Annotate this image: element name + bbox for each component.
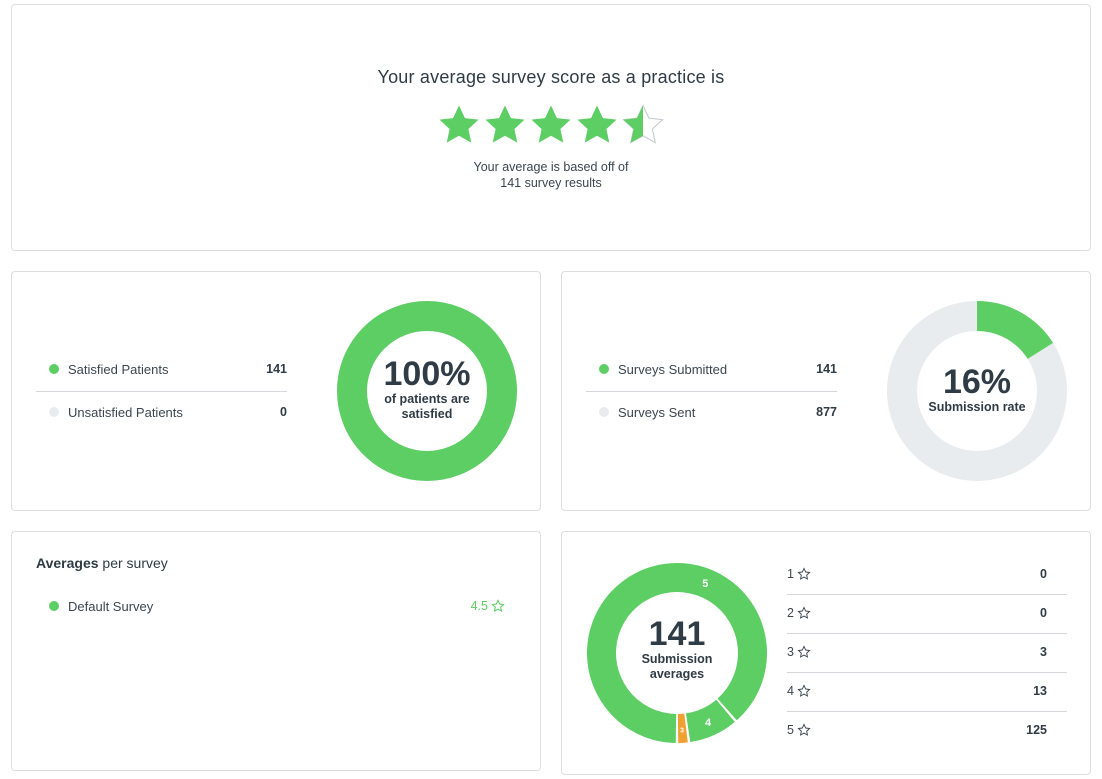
satisfied-dot xyxy=(49,364,59,374)
satisfaction-center: 100% of patients are satisfied xyxy=(336,356,518,422)
rating-count: 125 xyxy=(1026,723,1047,737)
legend-sent: Surveys Sent 877 xyxy=(599,402,837,422)
legend-divider xyxy=(586,391,837,392)
legend-label: Surveys Submitted xyxy=(618,361,728,377)
submission-averages-center: 141 Submission averages xyxy=(586,616,768,682)
satisfaction-caption-2: satisfied xyxy=(401,407,453,421)
survey-score: 4.5 xyxy=(471,599,505,613)
survey-row[interactable]: Default Survey 4.5 xyxy=(49,596,505,616)
survey-name: Default Survey xyxy=(68,598,154,614)
averages-card: Averages per survey Default Survey 4.5 xyxy=(11,531,541,771)
submission-averages-card: 5 4 3 141 Submission averages 1 0 2 0 3 3 … xyxy=(561,531,1091,775)
score-title: Your average survey score as a practice … xyxy=(377,67,725,87)
submission-total: 141 xyxy=(648,615,706,653)
score-subtitle: Your average is based off of 141 survey … xyxy=(12,159,1090,191)
score-sub-line2: 141 survey results xyxy=(500,176,602,190)
averages-title: Averages per survey xyxy=(36,555,168,571)
satisfaction-percent: 100% xyxy=(383,355,471,393)
star-outline-icon xyxy=(797,723,811,736)
sent-dot xyxy=(599,407,609,417)
rating-count: 3 xyxy=(1040,645,1047,659)
satisfaction-card: Satisfied Patients 141 Unsatisfied Patie… xyxy=(11,271,541,511)
segment-4-label: 4 xyxy=(705,717,712,729)
segment-5-label: 5 xyxy=(702,578,708,590)
legend-label: Unsatisfied Patients xyxy=(68,404,183,420)
legend-divider xyxy=(36,391,287,392)
rating-row-4: 4 13 xyxy=(787,672,1067,710)
rating-label: 4 xyxy=(787,684,794,698)
legend-label: Satisfied Patients xyxy=(68,361,169,377)
legend-value: 141 xyxy=(816,362,837,376)
score-sub-line1: Your average is based off of xyxy=(473,160,629,174)
rating-row-1: 1 0 xyxy=(787,555,1067,593)
legend-submitted: Surveys Submitted 141 xyxy=(599,359,837,379)
star-icon xyxy=(439,105,479,143)
submission-caption: Submission rate xyxy=(928,400,1026,414)
star-outline-icon xyxy=(797,645,811,658)
legend-value: 0 xyxy=(280,405,287,419)
half-star-icon xyxy=(622,104,664,144)
star-outline-icon xyxy=(797,606,811,619)
submission-center: 16% Submission rate xyxy=(886,364,1068,415)
legend-satisfied: Satisfied Patients 141 xyxy=(49,359,287,379)
legend-value: 141 xyxy=(266,362,287,376)
submission-card: Surveys Submitted 141 Surveys Sent 877 1… xyxy=(561,271,1091,511)
unsatisfied-dot xyxy=(49,407,59,417)
rating-label: 1 xyxy=(787,567,794,581)
averages-title-rest: per survey xyxy=(98,555,168,571)
rating-row-2: 2 0 xyxy=(787,594,1067,632)
rating-row-3: 3 3 xyxy=(787,633,1067,671)
rating-label: 5 xyxy=(787,723,794,737)
rating-row-5: 5 125 xyxy=(787,711,1067,749)
submitted-dot xyxy=(599,364,609,374)
submission-averages-caption-2: averages xyxy=(649,667,705,681)
rating-label: 3 xyxy=(787,645,794,659)
submission-averages-caption-1: Submission xyxy=(641,652,713,666)
submission-percent: 16% xyxy=(942,363,1012,401)
rating-count: 13 xyxy=(1033,684,1047,698)
star-rating xyxy=(436,102,668,150)
star-icon xyxy=(485,105,525,143)
segment-3-label: 3 xyxy=(680,727,684,734)
averages-title-bold: Averages xyxy=(36,555,99,571)
star-outline-icon xyxy=(797,567,811,580)
average-score-card: Your average survey score as a practice … xyxy=(11,4,1091,251)
satisfaction-caption-1: of patients are xyxy=(384,392,470,406)
rating-count: 0 xyxy=(1040,606,1047,620)
rating-count: 0 xyxy=(1040,567,1047,581)
legend-value: 877 xyxy=(816,405,837,419)
star-icon xyxy=(577,105,617,143)
legend-unsatisfied: Unsatisfied Patients 0 xyxy=(49,402,287,422)
rating-label: 2 xyxy=(787,606,794,620)
star-outline-icon xyxy=(491,599,505,613)
star-icon xyxy=(531,105,571,143)
survey-score-value: 4.5 xyxy=(470,599,488,613)
survey-dot xyxy=(49,601,59,611)
star-outline-icon xyxy=(797,684,811,697)
legend-label: Surveys Sent xyxy=(618,404,696,420)
